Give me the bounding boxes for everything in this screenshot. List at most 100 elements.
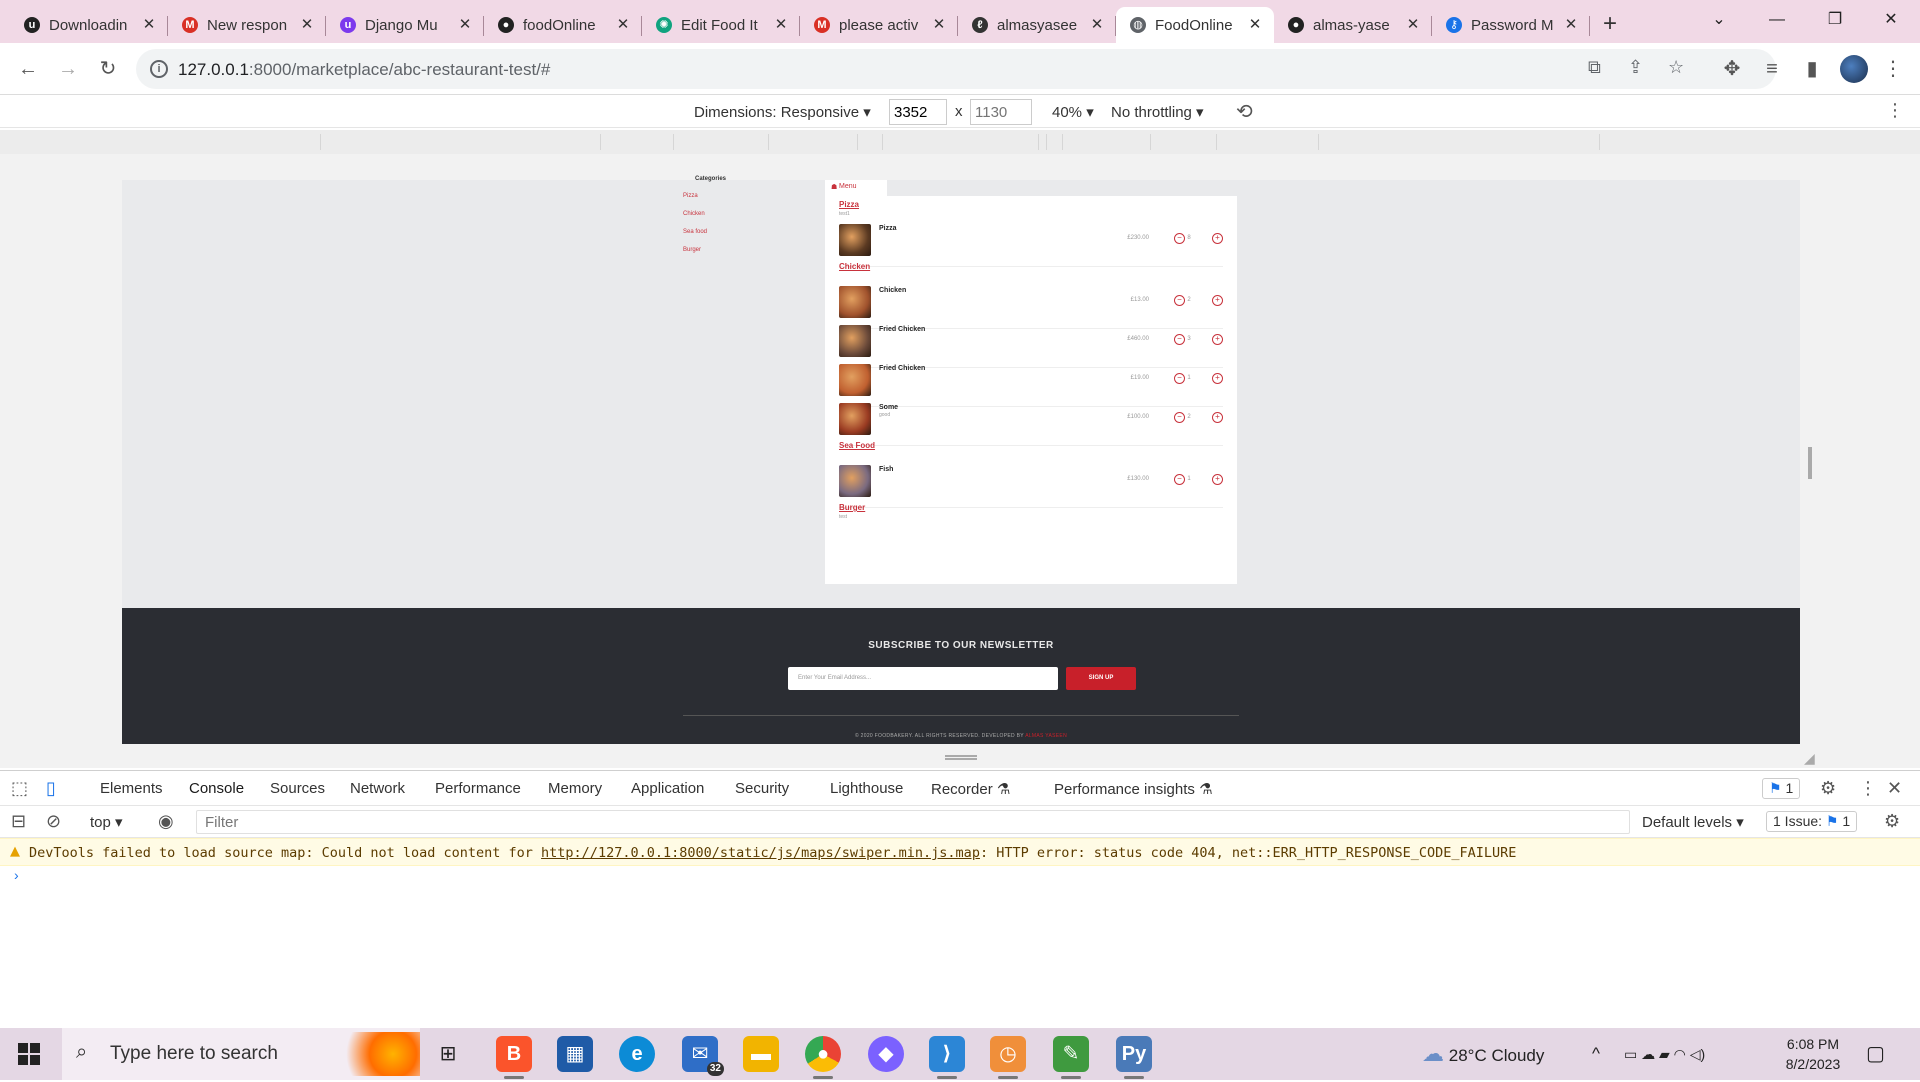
issues-badge[interactable]: ⚑ 1	[1762, 778, 1801, 799]
copilot-icon[interactable]: ◆	[868, 1036, 904, 1072]
devtools-more-icon[interactable]: ⋮	[1859, 778, 1877, 799]
microsoft-store-icon[interactable]: ▦	[557, 1036, 593, 1072]
gallery-app-icon[interactable]: ◷	[990, 1036, 1026, 1079]
tab-close-icon[interactable]: ✕	[614, 16, 632, 34]
notifications-icon[interactable]: ▢	[1866, 1028, 1885, 1080]
increase-quantity-button[interactable]: +	[1212, 233, 1223, 244]
viewport-corner-resize-icon[interactable]: ◢	[1804, 750, 1815, 767]
browser-tab[interactable]: ✺ Edit Food It ✕	[642, 7, 800, 43]
site-info-icon[interactable]: i	[150, 60, 168, 78]
increase-quantity-button[interactable]: +	[1212, 373, 1223, 384]
media-query-marker[interactable]	[1046, 134, 1047, 150]
media-query-marker[interactable]	[320, 134, 321, 150]
category-link-sea-food[interactable]: Sea food	[683, 229, 707, 235]
media-query-marker[interactable]	[1318, 134, 1319, 150]
console-settings-icon[interactable]: ⚙	[1884, 811, 1900, 832]
edge-browser-icon[interactable]: e	[619, 1036, 655, 1072]
python-icon[interactable]: Py	[1116, 1036, 1152, 1079]
developer-link[interactable]: ALMAS YASEEN	[1025, 733, 1067, 739]
device-toolbar-menu-icon[interactable]: ⋮	[1886, 100, 1904, 121]
clear-console-icon[interactable]: ⊘	[46, 811, 61, 832]
live-expression-eye-icon[interactable]: ◉	[158, 811, 174, 832]
system-tray-icons[interactable]: ▭ ☁ ▰ ◠ ◁)	[1624, 1028, 1705, 1080]
devtools-tab-application[interactable]: Application	[631, 780, 704, 797]
newsletter-email-input[interactable]: Enter Your Email Address...	[788, 667, 1058, 690]
category-link-chicken[interactable]: Chicken	[683, 211, 705, 217]
log-levels-dropdown[interactable]: Default levels ▾	[1642, 813, 1744, 831]
tab-close-icon[interactable]: ✕	[1088, 16, 1106, 34]
side-panel-icon[interactable]: ▮	[1796, 53, 1828, 85]
reload-icon[interactable]: ↻	[92, 53, 124, 85]
tab-close-icon[interactable]: ✕	[930, 16, 948, 34]
device-toggle-icon[interactable]: ▯	[46, 778, 56, 799]
media-query-marker[interactable]	[1216, 134, 1217, 150]
tab-close-icon[interactable]: ✕	[772, 16, 790, 34]
devtools-settings-icon[interactable]: ⚙	[1820, 778, 1836, 799]
media-query-marker[interactable]	[768, 134, 769, 150]
maximize-button[interactable]: ❐	[1806, 0, 1864, 43]
devtools-tab-memory[interactable]: Memory	[548, 780, 602, 797]
browser-tab[interactable]: ● almas-yase ✕	[1274, 7, 1432, 43]
devtools-tab-console[interactable]: Console	[184, 780, 249, 808]
close-window-button[interactable]: ✕	[1862, 0, 1920, 43]
issues-count-button[interactable]: 1 Issue: ⚑ 1	[1766, 811, 1858, 832]
inspect-element-icon[interactable]: ⬚	[11, 778, 28, 799]
tab-close-icon[interactable]: ✕	[456, 16, 474, 34]
throttling-dropdown[interactable]: No throttling ▾	[1111, 103, 1204, 121]
viewport-right-resize-handle[interactable]	[1808, 447, 1812, 479]
media-query-marker[interactable]	[673, 134, 674, 150]
back-icon[interactable]: ←	[12, 53, 44, 85]
increase-quantity-button[interactable]: +	[1212, 474, 1223, 485]
media-query-marker[interactable]	[1150, 134, 1151, 150]
bookmark-star-icon[interactable]: ☆	[1668, 57, 1684, 78]
extensions-icon[interactable]: ✥	[1716, 53, 1748, 85]
show-hidden-icons-button[interactable]: ^	[1592, 1028, 1600, 1080]
rotate-icon[interactable]: ⟲	[1236, 99, 1253, 124]
newsletter-signup-button[interactable]: SIGN UP	[1066, 667, 1136, 690]
execution-context-dropdown[interactable]: top ▾	[90, 813, 123, 831]
media-query-marker[interactable]	[1599, 134, 1600, 150]
menu-section-title[interactable]: Burger	[839, 503, 865, 512]
source-map-link[interactable]: http://127.0.0.1:8000/static/js/maps/swi…	[541, 845, 980, 861]
weather-widget[interactable]: ☁ 28°C Cloudy	[1422, 1028, 1544, 1080]
devtools-resize-handle[interactable]	[945, 755, 977, 760]
browser-tab[interactable]: ● foodOnline ✕	[484, 7, 642, 43]
taskbar-clock[interactable]: 6:08 PM 8/2/2023	[1768, 1034, 1858, 1074]
browser-tab[interactable]: ⚷ Password M ✕	[1432, 7, 1590, 43]
address-bar[interactable]: i 127.0.0.1:8000/marketplace/abc-restaur…	[136, 49, 1776, 89]
browser-tab[interactable]: M New respon ✕	[168, 7, 326, 43]
tab-close-icon[interactable]: ✕	[1246, 16, 1264, 34]
console-filter-input[interactable]: Filter	[196, 810, 1630, 834]
browser-menu-icon[interactable]: ⋮	[1877, 53, 1909, 85]
media-query-marker[interactable]	[857, 134, 858, 150]
vscode-icon[interactable]: ⟩	[929, 1036, 965, 1079]
taskbar-search-box[interactable]: ⌕ Type here to search	[62, 1028, 420, 1080]
share-icon[interactable]: ⇪	[1628, 57, 1643, 78]
increase-quantity-button[interactable]: +	[1212, 334, 1223, 345]
category-link-burger[interactable]: Burger	[683, 247, 701, 253]
devtools-tab-performance-insights[interactable]: Performance insights ⚗	[1054, 780, 1213, 798]
tab-close-icon[interactable]: ✕	[1404, 16, 1422, 34]
devtools-close-icon[interactable]: ✕	[1887, 778, 1902, 799]
devtools-tab-security[interactable]: Security	[735, 780, 789, 797]
tab-close-icon[interactable]: ✕	[140, 16, 158, 34]
devtools-tab-sources[interactable]: Sources	[270, 780, 325, 797]
browser-tab[interactable]: u Django Mu ✕	[326, 7, 484, 43]
browser-tab[interactable]: u Downloadin ✕	[10, 7, 168, 43]
viewport-width-input[interactable]	[889, 99, 947, 125]
tab-close-icon[interactable]: ✕	[1562, 16, 1580, 34]
translate-icon[interactable]: ⧉	[1588, 57, 1601, 78]
category-link-pizza[interactable]: Pizza	[683, 193, 698, 199]
browser-tab[interactable]: ◍ FoodOnline ✕	[1116, 7, 1274, 43]
devtools-tab-performance[interactable]: Performance	[435, 780, 521, 797]
console-output[interactable]	[0, 866, 1920, 1028]
start-button[interactable]	[18, 1043, 40, 1065]
devtools-tab-lighthouse[interactable]: Lighthouse	[830, 780, 903, 797]
increase-quantity-button[interactable]: +	[1212, 412, 1223, 423]
console-sidebar-icon[interactable]: ⊟	[11, 811, 26, 832]
console-prompt-icon[interactable]: ›	[14, 867, 19, 883]
devtools-tab-network[interactable]: Network	[350, 780, 405, 797]
tab-close-icon[interactable]: ✕	[298, 16, 316, 34]
brave-browser-icon[interactable]: B	[496, 1036, 532, 1079]
media-control-icon[interactable]: ≡	[1756, 53, 1788, 85]
